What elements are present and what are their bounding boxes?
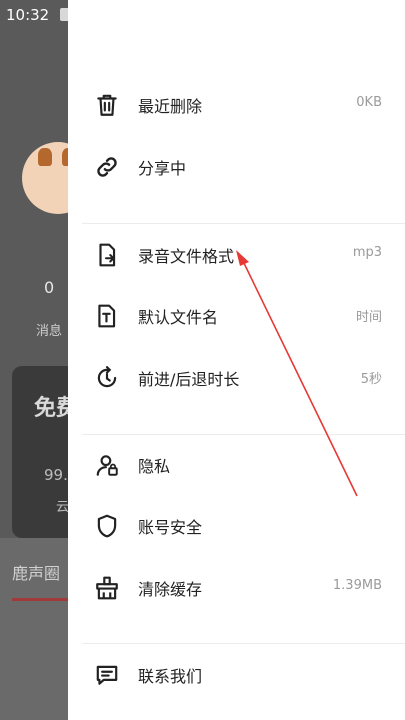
menu-item-contact-us[interactable]: 联系我们 (68, 650, 405, 698)
user-lock-icon (94, 452, 120, 478)
menu-item-account-security[interactable]: 账号安全 (68, 501, 405, 549)
message-label[interactable]: 消息 (36, 320, 62, 339)
avatar-ear-left (38, 148, 52, 166)
menu-item-label: 清除缓存 (138, 580, 203, 599)
menu-item-label: 账号安全 (138, 518, 203, 537)
menu-item-value: 0KB (356, 95, 382, 110)
vip-card-number: 99. (44, 466, 68, 484)
tab-lushengquan[interactable]: 鹿声圈 (12, 560, 60, 584)
section-divider (82, 434, 405, 435)
message-count: 0 (44, 278, 55, 297)
menu-item-label: 分享中 (138, 159, 187, 178)
trash-icon (94, 92, 120, 118)
broom-icon (94, 575, 120, 601)
menu-item-privacy[interactable]: 隐私 (68, 440, 405, 488)
menu-item-label: 联系我们 (138, 667, 203, 686)
menu-item-recording-format[interactable]: 录音文件格式 mp3 (68, 230, 405, 278)
menu-item-label: 隐私 (138, 457, 171, 476)
menu-item-value: 时间 (355, 310, 382, 325)
menu-item-value: 5秒 (360, 372, 382, 387)
menu-item-label: 前进/后退时长 (138, 370, 240, 389)
section-divider (82, 643, 405, 644)
menu-item-recent-deleted[interactable]: 最近删除 0KB (68, 80, 405, 128)
menu-item-default-filename[interactable]: 默认文件名 时间 (68, 291, 405, 339)
menu-item-label: 录音文件格式 (138, 247, 235, 266)
file-format-icon (94, 242, 120, 268)
link-icon (94, 154, 120, 180)
menu-item-value: mp3 (352, 245, 382, 260)
menu-item-label: 最近删除 (138, 97, 203, 116)
message-icon (94, 662, 120, 688)
file-text-icon (94, 303, 120, 329)
status-time: 10:32 (6, 6, 50, 24)
menu-item-seek-duration[interactable]: 前进/后退时长 5秒 (68, 353, 405, 401)
menu-item-clear-cache[interactable]: 清除缓存 1.39MB (68, 563, 405, 611)
menu-item-label: 默认文件名 (138, 308, 219, 327)
shield-icon (94, 513, 120, 539)
section-divider (82, 223, 405, 224)
menu-item-value: 1.39MB (332, 578, 382, 593)
settings-drawer: 最近删除 0KB 分享中 录音文件格式 mp3 默认文件名 时间 前进/后退时长… (68, 0, 405, 720)
tab-underline (12, 598, 68, 601)
menu-item-sharing[interactable]: 分享中 (68, 142, 405, 190)
clock-refresh-icon (94, 365, 120, 391)
